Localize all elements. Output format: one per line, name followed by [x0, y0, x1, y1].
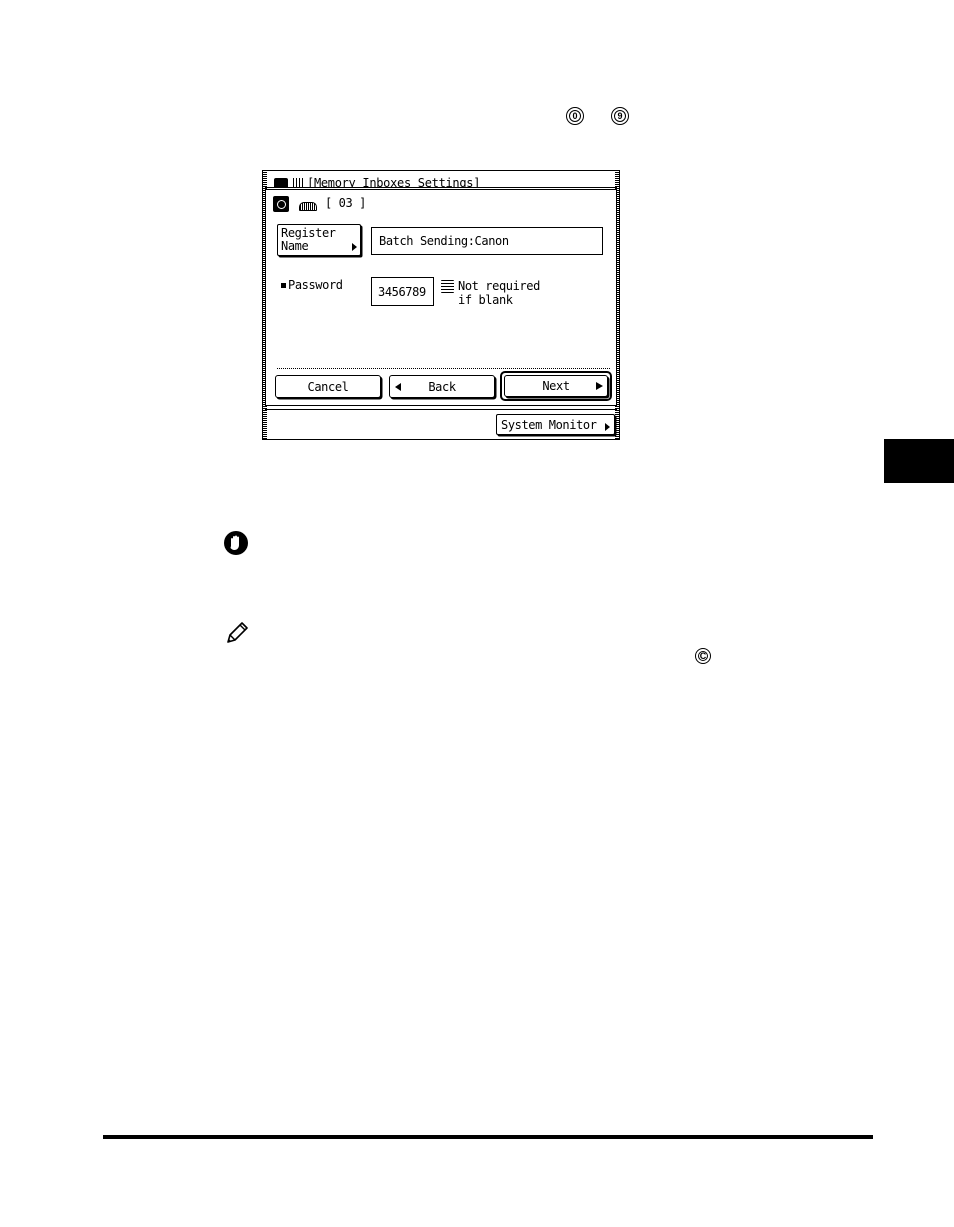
footer-rule [103, 1135, 873, 1139]
settings-panel: [ 03 ] Register Name Batch Sending:Canon… [265, 189, 617, 406]
clear-key-icon: C [695, 648, 711, 664]
password-label: Password [288, 278, 343, 292]
system-monitor-button[interactable]: System Monitor [496, 414, 615, 435]
bullet-icon [281, 283, 286, 288]
inbox-number: [ 03 ] [325, 196, 366, 210]
next-button[interactable]: Next [504, 375, 608, 397]
status-bar: System Monitor [265, 409, 617, 437]
hint-line1: Not required [458, 279, 540, 293]
grid-icon [293, 178, 303, 187]
screen-title-bar: [Memory Inboxes Settings] [265, 171, 617, 188]
copy-mode-icon [274, 178, 288, 187]
arrow-right-icon [596, 382, 603, 390]
pencil-icon [227, 622, 248, 643]
chapter-tab [884, 439, 954, 483]
hand-stop-icon [224, 531, 248, 555]
numeric-key-9-icon: 9 [611, 107, 629, 125]
name-field[interactable]: Batch Sending:Canon [371, 227, 603, 255]
password-field[interactable]: 3456789 [371, 277, 434, 306]
inbox-tray-icon [299, 202, 317, 211]
screen-title: Memory Inboxes Settings [313, 176, 474, 188]
cancel-button[interactable]: Cancel [275, 375, 381, 398]
keypad-icon [441, 280, 454, 293]
arrow-right-icon [605, 423, 610, 431]
arrow-left-icon [395, 383, 401, 391]
register-name-button[interactable]: Register Name [277, 224, 361, 256]
inbox-mode-icon [273, 196, 289, 212]
hint-line2: if blank [458, 293, 513, 307]
back-button[interactable]: Back [389, 375, 495, 398]
touch-panel-screen: [Memory Inboxes Settings] [ 03 ] Registe… [262, 170, 620, 440]
numeric-key-0-icon: 0 [566, 107, 584, 125]
separator [277, 368, 610, 369]
arrow-right-icon [352, 243, 357, 251]
